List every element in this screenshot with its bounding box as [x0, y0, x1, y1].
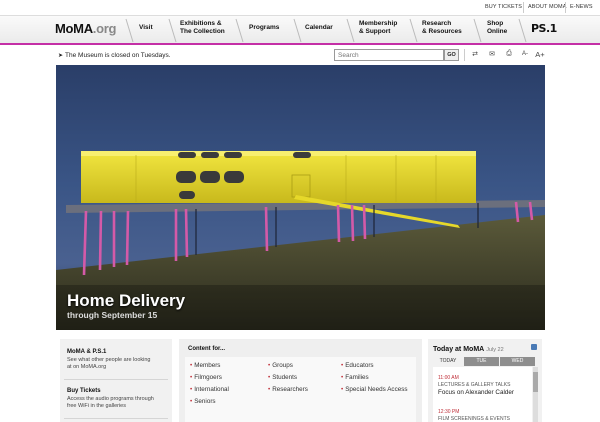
- link-groups[interactable]: • Groups: [268, 362, 293, 369]
- nav-exhibitions-line1: Exhibitions &: [180, 20, 222, 27]
- nav-divider: [168, 18, 177, 43]
- nav-calendar[interactable]: Calendar: [305, 24, 333, 32]
- nav-visit[interactable]: Visit: [139, 24, 153, 32]
- content-for-links: • Members • Filmgoers • International • Seni…: [185, 357, 416, 422]
- share-icon[interactable]: ⇄: [470, 50, 480, 58]
- nav-divider: [518, 18, 527, 43]
- buy-tickets-link[interactable]: BUY TICKETS: [485, 4, 522, 10]
- hero-title: Home Delivery: [67, 291, 186, 310]
- nav-divider: [235, 18, 244, 43]
- nav-programs[interactable]: Programs: [249, 24, 279, 32]
- divider: [64, 418, 168, 419]
- tab-today[interactable]: TODAY: [433, 357, 463, 366]
- divider: [565, 2, 566, 13]
- about-moma-link[interactable]: ABOUT MOMA: [528, 4, 567, 10]
- enews-link[interactable]: E-NEWS: [570, 4, 593, 10]
- link-researchers[interactable]: • Researchers: [268, 386, 308, 393]
- closed-notice: ➤ The Museum is closed on Tuesdays.: [58, 52, 171, 59]
- promo-moma-ps1-text-2: at on MoMA.org: [67, 364, 107, 370]
- search-go-button[interactable]: GO: [444, 49, 459, 61]
- scrollbar-thumb[interactable]: [533, 372, 538, 392]
- nav-shop-line2: Online: [487, 28, 508, 35]
- promo-buy-tickets-title[interactable]: Buy Tickets: [67, 388, 101, 394]
- nav-exhibitions[interactable]: Exhibitions & The Collection: [180, 20, 225, 36]
- event-list-scrollbar[interactable]: [533, 367, 538, 422]
- moma-logo[interactable]: MoMA.org: [55, 21, 116, 36]
- link-students[interactable]: • Students: [268, 374, 297, 381]
- link-families[interactable]: • Families: [341, 374, 369, 381]
- link-educators[interactable]: • Educators: [341, 362, 374, 369]
- font-smaller-button[interactable]: A-: [520, 51, 530, 57]
- link-special-needs-access[interactable]: • Special Needs Access: [341, 386, 408, 393]
- nav-research-line1: Research: [422, 20, 452, 27]
- link-filmgoers[interactable]: • Filmgoers: [190, 374, 222, 381]
- link-members[interactable]: • Members: [190, 362, 220, 369]
- main-navigation: MoMA.org Visit Exhibitions & The Collect…: [0, 15, 600, 44]
- event-category: LECTURES & GALLERY TALKS: [438, 382, 511, 388]
- link-international[interactable]: • International: [190, 386, 229, 393]
- event-time: 12:30 PM: [438, 409, 460, 415]
- hero-subtitle: through September 15: [67, 310, 158, 320]
- promo-buy-tickets-text-2: free WiFi in the galleries: [67, 403, 126, 409]
- promo-moma-ps1-title[interactable]: MoMA & P.S.1: [67, 349, 106, 355]
- double-arrow-icon: ➤: [58, 53, 64, 59]
- nav-divider: [293, 18, 302, 43]
- link-seniors[interactable]: • Seniors: [190, 398, 216, 405]
- notice-text: The Museum is closed on Tuesdays.: [65, 52, 171, 59]
- search-input[interactable]: [334, 49, 444, 61]
- divider: [464, 49, 465, 61]
- nav-exhibitions-line2: The Collection: [180, 28, 225, 35]
- nav-research[interactable]: Research & Resources: [422, 20, 462, 36]
- promo-buy-tickets-text-1: Access the audio programs through: [67, 396, 154, 402]
- utility-bar: BUY TICKETS ABOUT MOMA E-NEWS: [475, 0, 600, 15]
- nav-membership[interactable]: Membership & Support: [359, 20, 397, 36]
- nav-membership-line1: Membership: [359, 20, 398, 27]
- divider: [523, 2, 524, 13]
- nav-shop[interactable]: Shop Online: [487, 20, 507, 36]
- today-heading: Today at MoMA July 22: [433, 346, 504, 353]
- rss-icon[interactable]: [531, 344, 537, 350]
- nav-divider: [409, 18, 418, 43]
- nav-divider: [125, 18, 134, 43]
- accent-rule: [0, 43, 600, 45]
- logo-suffix: .org: [92, 21, 117, 36]
- logo-main: MoMA: [55, 21, 93, 36]
- divider: [64, 379, 168, 380]
- nav-research-line2: & Resources: [422, 28, 462, 35]
- promo-moma-ps1-text-1: See what other people are looking: [67, 357, 151, 363]
- promo-panel: MoMA & P.S.1 See what other people are l…: [60, 339, 172, 422]
- event-list: 11:00 AM LECTURES & GALLERY TALKS Focus …: [433, 367, 532, 422]
- font-larger-button[interactable]: A+: [535, 50, 545, 59]
- print-icon[interactable]: ⎙: [504, 50, 514, 58]
- event-category: FILM SCREENINGS & EVENTS: [438, 416, 510, 422]
- tab-tue[interactable]: TUE: [464, 357, 499, 366]
- content-for-panel: Content for... • Members • Filmgoers • Inte…: [179, 339, 422, 422]
- email-icon[interactable]: ✉: [487, 50, 497, 58]
- nav-divider: [346, 18, 355, 43]
- nav-membership-line2: & Support: [359, 28, 391, 35]
- hero-banner[interactable]: Home Delivery through September 15: [56, 65, 545, 330]
- nav-shop-line1: Shop: [487, 20, 504, 27]
- content-for-heading: Content for...: [188, 346, 225, 352]
- event-title[interactable]: Focus on Alexander Calder: [438, 389, 514, 396]
- today-date: July 22: [486, 347, 504, 353]
- tab-wed[interactable]: WED: [500, 357, 535, 366]
- today-at-moma-panel: Today at MoMA July 22 TODAY TUE WED 11:00…: [428, 339, 542, 422]
- event-time: 11:00 AM: [438, 375, 459, 381]
- ps1-logo[interactable]: PS.1: [531, 22, 557, 35]
- nav-divider: [473, 18, 482, 43]
